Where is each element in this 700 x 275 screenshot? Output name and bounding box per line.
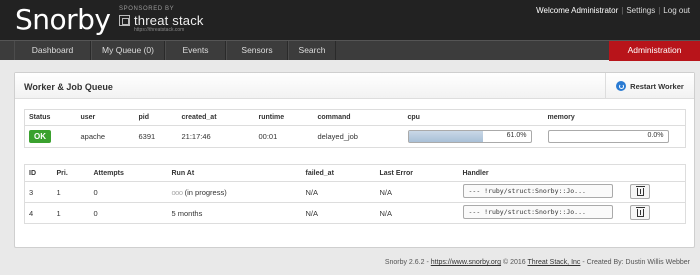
threat-stack-logo-icon — [119, 15, 130, 26]
nav-events[interactable]: Events — [165, 41, 226, 60]
cpu-cell: 61.0% — [404, 126, 544, 148]
col-status: Status — [29, 114, 51, 121]
sponsor-label: SPONSORED BY — [119, 6, 175, 12]
cpu-percent: 61.0% — [506, 132, 527, 139]
job-pri: 1 — [56, 208, 61, 218]
job-handler[interactable]: --- !ruby/struct:Snorby::Jo... — [462, 184, 613, 198]
worker-pid: 6391 — [138, 132, 156, 141]
col-actions — [626, 165, 686, 182]
worker-header-row: Status user pid created_at runtime comma… — [25, 110, 686, 126]
col-memory: memory — [547, 114, 575, 121]
footer: Snorby 2.6.2 - https://www.snorby.org © … — [385, 259, 690, 266]
actions-cell — [626, 203, 686, 224]
worker-row: OK apache 6391 21:17:46 00:01 delayed_jo… — [24, 125, 686, 148]
in-progress-icon: ooo — [171, 187, 184, 197]
job-id: 3 — [29, 187, 34, 197]
footer-credit: - Created By: Dustin Willis Webber — [582, 259, 690, 266]
col-run-at: Run At — [171, 169, 195, 177]
col-user: user — [80, 114, 96, 121]
col-runtime: runtime — [258, 114, 285, 121]
col-cpu: cpu — [407, 114, 420, 121]
job-last-error: N/A — [379, 208, 393, 218]
cpu-meter: 61.0% — [407, 130, 532, 143]
footer-version: Snorby 2.6.2 - — [384, 259, 429, 266]
top-header: Snorby SPONSORED BY threat stack https:/… — [0, 0, 700, 40]
job-last-error: N/A — [379, 187, 393, 197]
job-row: 4 1 0 5 months N/A N/A --- !ruby/struct:… — [24, 203, 686, 224]
footer-company-link[interactable]: Threat Stack, Inc — [528, 259, 581, 266]
separator: | — [621, 6, 624, 15]
job-handler[interactable]: --- !ruby/struct:Snorby::Jo... — [462, 205, 613, 219]
job-row: 3 1 0 ooo (in progress) N/A N/A --- !rub… — [24, 182, 686, 203]
status-cell: OK — [25, 126, 77, 148]
col-attempts: Attempts — [93, 169, 124, 177]
job-pri: 1 — [56, 187, 61, 197]
sponsor-block[interactable]: SPONSORED BY threat stack https://threat… — [119, 6, 204, 33]
worker-created-at: 21:17:46 — [181, 132, 211, 141]
trash-icon — [635, 206, 645, 217]
job-failed-at: N/A — [305, 208, 319, 218]
job-id: 4 — [29, 208, 34, 218]
status-badge: OK — [29, 130, 51, 143]
handler-cell: --- !ruby/struct:Snorby::Jo... — [459, 203, 626, 224]
job-attempts: 0 — [93, 187, 98, 197]
worker-command: delayed_job — [317, 132, 358, 141]
actions-cell — [626, 182, 686, 203]
restart-worker-button[interactable]: Restart Worker — [605, 73, 694, 99]
delete-job-button[interactable] — [629, 204, 650, 220]
main-nav: Dashboard My Queue (0) Events Sensors Se… — [0, 40, 700, 61]
worker-table: Status user pid created_at runtime comma… — [24, 109, 686, 148]
col-created-at: created_at — [181, 114, 217, 121]
refresh-icon — [616, 81, 627, 91]
footer-copyright: © 2016 — [502, 259, 526, 266]
col-id: ID — [29, 169, 36, 177]
col-last-error: Last Error — [379, 169, 413, 177]
welcome-text: Welcome Administrator — [536, 6, 619, 15]
memory-meter: 0.0% — [547, 130, 669, 143]
logout-link[interactable]: Log out — [663, 6, 690, 15]
job-run-at-text: (in progress) — [184, 187, 227, 197]
memory-cell: 0.0% — [544, 126, 686, 148]
nav-administration[interactable]: Administration — [609, 41, 700, 61]
col-command: command — [317, 114, 351, 121]
memory-percent: 0.0% — [647, 132, 664, 139]
user-links: Welcome Administrator | Settings | Log out — [536, 6, 690, 15]
nav-dashboard[interactable]: Dashboard — [14, 41, 91, 60]
footer-site-link[interactable]: https://www.snorby.org — [431, 259, 501, 266]
col-pri: Pri. — [56, 169, 68, 177]
col-failed-at: failed_at — [305, 169, 334, 177]
job-run-at: ooo (in progress) — [168, 182, 302, 203]
settings-link[interactable]: Settings — [626, 6, 655, 15]
panel-title: Worker & Job Queue — [24, 82, 113, 92]
sponsor-name: threat stack — [134, 13, 204, 28]
nav-sensors[interactable]: Sensors — [226, 41, 288, 60]
trash-icon — [635, 185, 645, 196]
nav-search[interactable]: Search — [288, 41, 336, 60]
jobs-header-row: ID Pri. Attempts Run At failed_at Last E… — [24, 165, 686, 182]
worker-job-queue-panel: Worker & Job Queue Restart Worker Status… — [14, 72, 695, 248]
col-pid: pid — [138, 114, 150, 121]
job-failed-at: N/A — [305, 187, 319, 197]
restart-worker-label: Restart Worker — [630, 81, 684, 91]
separator: | — [658, 6, 661, 15]
nav-my-queue[interactable]: My Queue (0) — [91, 41, 165, 60]
delete-job-button[interactable] — [629, 183, 650, 199]
job-run-at: 5 months — [171, 208, 203, 218]
handler-cell: --- !ruby/struct:Snorby::Jo... — [459, 182, 626, 203]
cpu-meter-fill — [408, 131, 483, 142]
snorby-logo[interactable]: Snorby — [15, 4, 111, 36]
panel-header: Worker & Job Queue Restart Worker — [15, 73, 694, 99]
worker-runtime: 00:01 — [258, 132, 278, 141]
worker-user: apache — [80, 132, 106, 141]
job-attempts: 0 — [93, 208, 98, 218]
jobs-table: ID Pri. Attempts Run At failed_at Last E… — [24, 164, 686, 224]
col-handler: Handler — [462, 169, 489, 177]
